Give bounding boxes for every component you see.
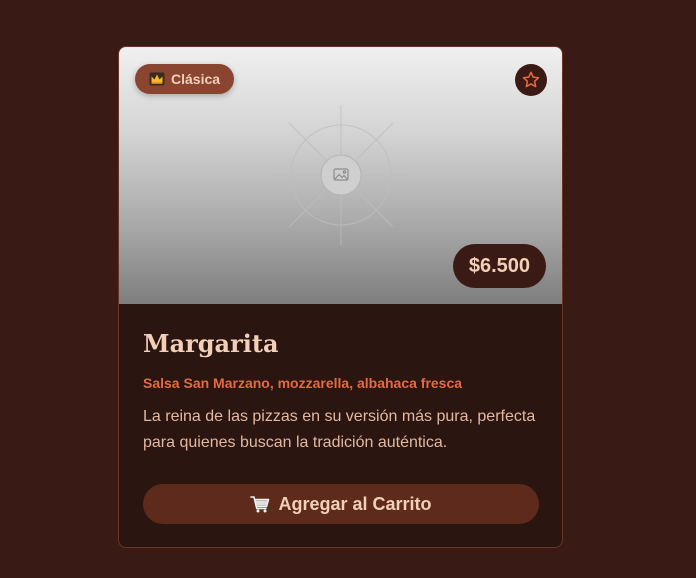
product-card: Clásica $6.500 Margarita Salsa San Marza… [118, 46, 563, 548]
image-placeholder-icon [271, 105, 411, 245]
cart-icon [250, 496, 270, 513]
star-outline-icon [522, 71, 540, 88]
product-image: Clásica $6.500 [119, 47, 562, 304]
favorite-button[interactable] [515, 64, 547, 96]
product-ingredients: Salsa San Marzano, mozzarella, albahaca … [143, 375, 463, 391]
category-badge-label: Clásica [171, 71, 221, 87]
add-to-cart-button[interactable]: Agregar al Carrito [143, 484, 539, 524]
price-tag: $6.500 [452, 244, 546, 288]
product-name: Margarita [143, 329, 279, 358]
product-description: La reina de las pizzas en su versión más… [143, 408, 536, 451]
add-to-cart-label: Agregar al Carrito [278, 493, 432, 514]
category-badge: Clásica [135, 64, 235, 94]
product-info: Margarita Salsa San Marzano, mozzarella,… [143, 304, 538, 456]
crown-icon [149, 72, 165, 86]
